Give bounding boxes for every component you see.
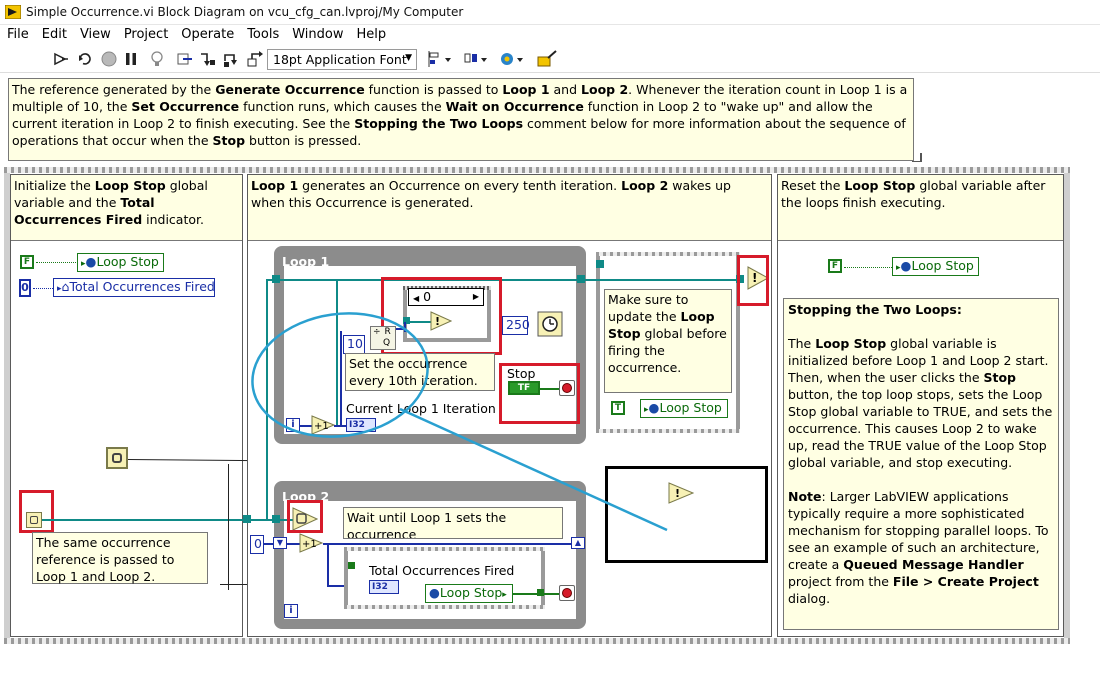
black-line — [228, 464, 229, 590]
loop-stop-global-reset[interactable]: ▸●Loop Stop — [892, 257, 979, 276]
generate-occurrence-node[interactable] — [106, 447, 128, 469]
font-selector[interactable]: 18pt Application Font ▼ — [267, 49, 417, 70]
false-constant[interactable]: F — [828, 259, 842, 273]
frame1-comment: Initialize the Loop Stop global variable… — [11, 175, 242, 241]
globe-icon: ● — [85, 254, 97, 269]
blue-annotation-ellipse — [251, 312, 668, 532]
film-strip — [344, 605, 545, 609]
int-wire — [323, 543, 571, 545]
int-wire — [33, 288, 53, 289]
loop2-condition-icon[interactable] — [559, 585, 575, 601]
abort-icon[interactable] — [100, 50, 118, 68]
loop-stop-global-write[interactable]: ▸●Loop Stop — [77, 253, 164, 272]
pause-icon[interactable] — [122, 50, 140, 68]
zero-constant[interactable]: 0 — [19, 279, 31, 297]
bool-wire — [844, 267, 892, 268]
total-occurrences-indicator[interactable]: I32 — [369, 580, 399, 594]
menu-project[interactable]: Project — [117, 25, 174, 45]
tunnel — [537, 589, 544, 596]
menu-help[interactable]: Help — [349, 25, 392, 45]
chevron-down-icon: ▼ — [405, 53, 412, 63]
bool-wire — [36, 262, 76, 263]
menu-bar: File Edit View Project Operate Tools Window Hel… — [0, 25, 1100, 45]
menu-file[interactable]: File — [0, 25, 35, 45]
same-occurrence-comment: The same occurrence reference is passed … — [32, 532, 208, 584]
film-strip-top — [4, 167, 1070, 173]
run-arrow-icon[interactable] — [52, 50, 70, 68]
retain-wire-values-icon[interactable] — [176, 50, 194, 68]
run-continuous-icon[interactable] — [76, 50, 94, 68]
tunnel — [348, 562, 355, 569]
red-highlight-box — [19, 490, 54, 533]
globe-icon: ● — [429, 585, 440, 600]
menu-operate[interactable]: Operate — [174, 25, 240, 45]
title-bar: Simple Occurrence.vi Block Diagram on vc… — [0, 0, 1100, 25]
stopping-loops-comment: Stopping the Two Loops: The Loop Stop gl… — [783, 298, 1059, 630]
step-over-icon[interactable] — [222, 50, 240, 68]
total-occurrences-label: Total Occurrences Fired — [369, 563, 515, 578]
loop2-iteration-terminal[interactable]: i — [284, 604, 298, 618]
toolbar: 18pt Application Font ▼ — [0, 45, 1100, 73]
block-diagram: Initialize the Loop Stop global variable… — [0, 162, 1100, 674]
loop1-label: Loop 1 — [282, 254, 330, 269]
total-occurrences-local-variable[interactable]: ▸⌂Total Occurrences Fired — [53, 278, 215, 297]
film-strip — [344, 547, 545, 551]
menu-view[interactable]: View — [73, 25, 117, 45]
top-description-comment: The reference generated by the Generate … — [8, 78, 914, 161]
loop-stop-global-read[interactable]: ●Loop Stop▸ — [425, 584, 513, 603]
reorder-icon[interactable] — [500, 50, 524, 68]
menu-tools[interactable]: Tools — [240, 25, 285, 45]
film-strip-bottom — [4, 638, 1070, 644]
clean-up-diagram-icon[interactable] — [536, 50, 558, 68]
int-wire — [327, 543, 329, 587]
loop1-input-tunnel — [272, 275, 280, 283]
globe-icon: ● — [900, 258, 912, 273]
labview-vi-icon — [5, 5, 21, 19]
menu-window[interactable]: Window — [285, 25, 349, 45]
highlight-execution-icon[interactable] — [148, 50, 166, 68]
menu-edit[interactable]: Edit — [35, 25, 73, 45]
occurrence-wire — [42, 519, 247, 521]
distribute-objects-icon[interactable] — [464, 50, 488, 68]
occurrence-wire — [582, 279, 740, 281]
window-title: Simple Occurrence.vi Block Diagram on vc… — [26, 5, 464, 19]
align-objects-icon[interactable] — [428, 50, 452, 68]
false-constant[interactable]: F — [20, 255, 34, 269]
red-highlight-box — [737, 255, 769, 306]
frame2-comment: Loop 1 generates an Occurrence on every … — [248, 175, 771, 241]
step-out-icon[interactable] — [246, 50, 264, 68]
step-into-icon[interactable] — [198, 50, 216, 68]
film-strip — [596, 252, 740, 256]
inner-seq-tunnel — [596, 260, 604, 268]
frame3-comment: Reset the Loop Stop global variable afte… — [778, 175, 1063, 241]
